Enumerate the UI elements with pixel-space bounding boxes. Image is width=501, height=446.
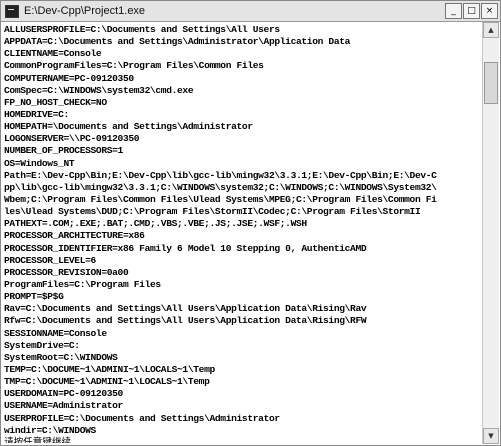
maximize-button[interactable]: □	[463, 3, 480, 19]
console-line: HOMEPATH=\Documents and Settings\Adminis…	[4, 121, 253, 133]
console-line: CommonProgramFiles=C:\Program Files\Comm…	[4, 60, 264, 72]
window-title: E:\Dev-Cpp\Project1.exe	[24, 5, 146, 17]
console-output[interactable]: ALLUSERSPROFILE=C:\Documents and Setting…	[4, 24, 478, 443]
console-line: PROCESSOR_IDENTIFIER=x86 Family 6 Model …	[4, 242, 367, 254]
console-line: les\Ulead Systems\DUD;C:\Program Files\S…	[4, 206, 421, 218]
close-button[interactable]: ×	[481, 3, 498, 19]
console-line: PROCESSOR_ARCHITECTURE=x86	[4, 230, 145, 242]
console-line: Path=E:\Dev-Cpp\Bin;E:\Dev-Cpp\lib\gcc-l…	[4, 169, 437, 181]
console-line: CLIENTNAME=Console	[4, 48, 102, 60]
console-line: NUMBER_OF_PROCESSORS=1	[4, 145, 123, 157]
title-bar[interactable]: E:\Dev-Cpp\Project1.exe _ □ ×	[1, 1, 500, 22]
minimize-button[interactable]: _	[445, 3, 462, 19]
console-line: PROMPT=$P$G	[4, 291, 64, 303]
console-line: TMP=C:\DOCUME~1\ADMINI~1\LOCALS~1\Temp	[4, 376, 210, 388]
scroll-down-arrow-icon[interactable]: ▼	[483, 428, 499, 444]
vertical-scrollbar[interactable]: ▲ ▼	[482, 22, 499, 444]
console-line: LOGONSERVER=\\PC-09120350	[4, 133, 140, 145]
console-line: COMPUTERNAME=PC-09120350	[4, 72, 134, 84]
console-prompt-line: 请按任意键继续. . .	[4, 437, 478, 443]
prompt-text: 请按任意键继续. . .	[4, 436, 87, 443]
console-line: ComSpec=C:\WINDOWS\system32\cmd.exe	[4, 84, 194, 96]
console-line: USERNAME=Administrator	[4, 400, 123, 412]
console-line: PATHEXT=.COM;.EXE;.BAT;.CMD;.VBS;.VBE;.J…	[4, 218, 307, 230]
console-line: Wbem;C:\Program Files\Common Files\Ulead…	[4, 193, 437, 205]
console-window: E:\Dev-Cpp\Project1.exe _ □ × ALLUSERSPR…	[0, 0, 501, 446]
console-line: OS=Windows_NT	[4, 157, 75, 169]
console-line: windir=C:\WINDOWS	[4, 424, 96, 436]
console-line: PROCESSOR_LEVEL=6	[4, 254, 96, 266]
console-line: SystemDrive=C:	[4, 339, 80, 351]
console-line: PROCESSOR_REVISION=0a00	[4, 266, 129, 278]
console-line: APPDATA=C:\Documents and Settings\Admini…	[4, 36, 351, 48]
console-line: ProgramFiles=C:\Program Files	[4, 278, 161, 290]
console-line: FP_NO_HOST_CHECK=NO	[4, 96, 107, 108]
console-line: pp\lib\gcc-lib\mingw32\3.3.1;C:\WINDOWS\…	[4, 181, 437, 193]
window-controls: _ □ ×	[445, 3, 498, 19]
console-line: ALLUSERSPROFILE=C:\Documents and Setting…	[4, 24, 280, 35]
scroll-thumb[interactable]	[484, 62, 498, 104]
console-line: TEMP=C:\DOCUME~1\ADMINI~1\LOCALS~1\Temp	[4, 363, 215, 375]
console-line: USERDOMAIN=PC-09120350	[4, 388, 123, 400]
console-line: Rfw=C:\Documents and Settings\All Users\…	[4, 315, 367, 327]
console-line: SESSIONNAME=Console	[4, 327, 107, 339]
console-line: Rav=C:\Documents and Settings\All Users\…	[4, 303, 367, 315]
console-line: USERPROFILE=C:\Documents and Settings\Ad…	[4, 412, 280, 424]
scroll-up-arrow-icon[interactable]: ▲	[483, 22, 499, 38]
console-app-icon	[5, 4, 19, 18]
console-line: SystemRoot=C:\WINDOWS	[4, 351, 118, 363]
console-line: HOMEDRIVE=C:	[4, 108, 69, 120]
